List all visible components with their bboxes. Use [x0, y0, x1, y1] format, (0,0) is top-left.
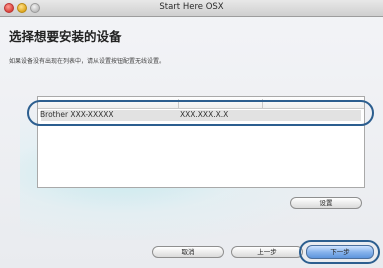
- installer-window: Start Here OSX 选择想要安装的设备 如果设备没有出现在列表中，请从…: [0, 0, 383, 268]
- column-divider: [262, 99, 263, 108]
- page-heading: 选择想要安装的设备: [9, 29, 122, 44]
- title-bar: Start Here OSX: [0, 0, 383, 17]
- window-title: Start Here OSX: [159, 2, 224, 12]
- column-divider: [178, 99, 179, 108]
- device-list-header: [38, 97, 364, 109]
- next-button[interactable]: 下一步: [306, 245, 374, 259]
- cancel-button[interactable]: 取消: [152, 246, 224, 258]
- settings-button[interactable]: 设置: [290, 197, 362, 209]
- device-address-cell[interactable]: XXX.XXX.X.X: [180, 110, 228, 119]
- device-name-cell[interactable]: Brother XXX-XXXXX: [40, 110, 114, 119]
- back-button[interactable]: 上一步: [231, 246, 303, 258]
- instruction-text: 如果设备没有出现在列表中，请从设置按钮配置无线设置。: [9, 58, 166, 65]
